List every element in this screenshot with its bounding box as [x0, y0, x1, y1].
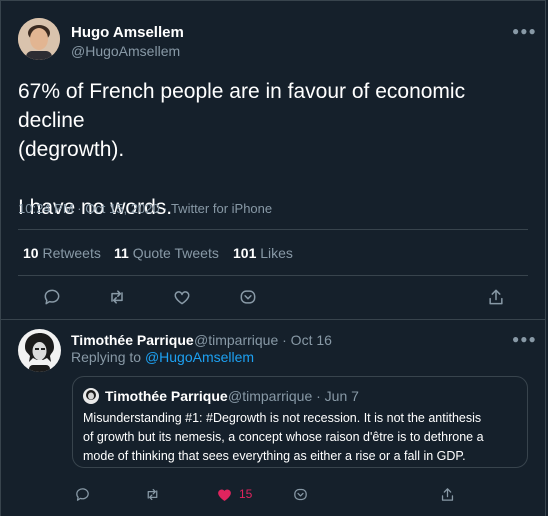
replying-prefix: Replying to [71, 349, 142, 365]
share-icon[interactable] [485, 286, 507, 308]
like-count: 15 [239, 487, 253, 501]
retweets-label: Retweets [42, 245, 101, 261]
avatar [83, 388, 99, 404]
share-icon[interactable] [436, 483, 458, 505]
reply-author-name[interactable]: Timothée Parrique [71, 332, 194, 348]
quotes-label: Quote Tweets [132, 245, 219, 261]
quoted-author-meta: @timparrique · Jun 7 [228, 388, 359, 404]
reply-icon[interactable] [41, 286, 63, 308]
quotes-count: 11 [114, 245, 129, 261]
author-handle[interactable]: @HugoAmsellem [71, 43, 180, 59]
quotes-stat[interactable]: 11 Quote Tweets [114, 245, 219, 261]
quoted-text-line: mode of thinking that sees everything as… [83, 449, 466, 463]
retweets-stat[interactable]: 10 Retweets [23, 245, 101, 261]
quoted-text-line: of growth but its nemesis, a concept who… [83, 430, 484, 444]
avatar[interactable] [18, 18, 60, 60]
like-icon[interactable] [213, 483, 235, 505]
replying-handle-link[interactable]: @HugoAmsellem [145, 349, 254, 365]
quoted-text: Misunderstanding #1: #Degrowth is not re… [83, 409, 523, 466]
reply-icon[interactable] [71, 483, 93, 505]
divider [18, 275, 528, 276]
quoted-author-name: Timothée Parrique [105, 388, 228, 404]
bookmark-icon[interactable] [237, 286, 259, 308]
tweet-meta[interactable]: 10:24 PM · Oct 15, 2020 · Twitter for iP… [18, 201, 272, 216]
retweet-icon[interactable] [106, 286, 128, 308]
divider [1, 319, 545, 320]
like-icon[interactable] [171, 286, 193, 308]
bookmark-icon[interactable] [289, 483, 311, 505]
tweet-text-line: 67% of French people are in favour of ec… [18, 80, 466, 132]
likes-stat[interactable]: 101 Likes [233, 245, 293, 261]
retweets-count: 10 [23, 245, 39, 261]
author-name[interactable]: Hugo Amsellem [71, 24, 184, 41]
tweet-thread: Hugo Amsellem @HugoAmsellem ●●● 67% of F… [0, 0, 546, 516]
divider [18, 229, 528, 230]
more-icon[interactable]: ●●● [512, 332, 537, 346]
quoted-tweet[interactable]: Timothée Parrique @timparrique · Jun 7 M… [72, 376, 528, 468]
likes-label: Likes [260, 245, 293, 261]
avatar[interactable] [18, 329, 61, 372]
quoted-text-line: Misunderstanding #1: #Degrowth is not re… [83, 411, 482, 425]
likes-count: 101 [233, 245, 257, 261]
more-icon[interactable]: ●●● [512, 24, 537, 38]
replying-to: Replying to @HugoAmsellem [71, 349, 254, 365]
tweet-text-line: (degrowth). [18, 138, 125, 161]
retweet-icon[interactable] [141, 483, 163, 505]
reply-author-meta[interactable]: @timparrique · Oct 16 [194, 332, 332, 348]
